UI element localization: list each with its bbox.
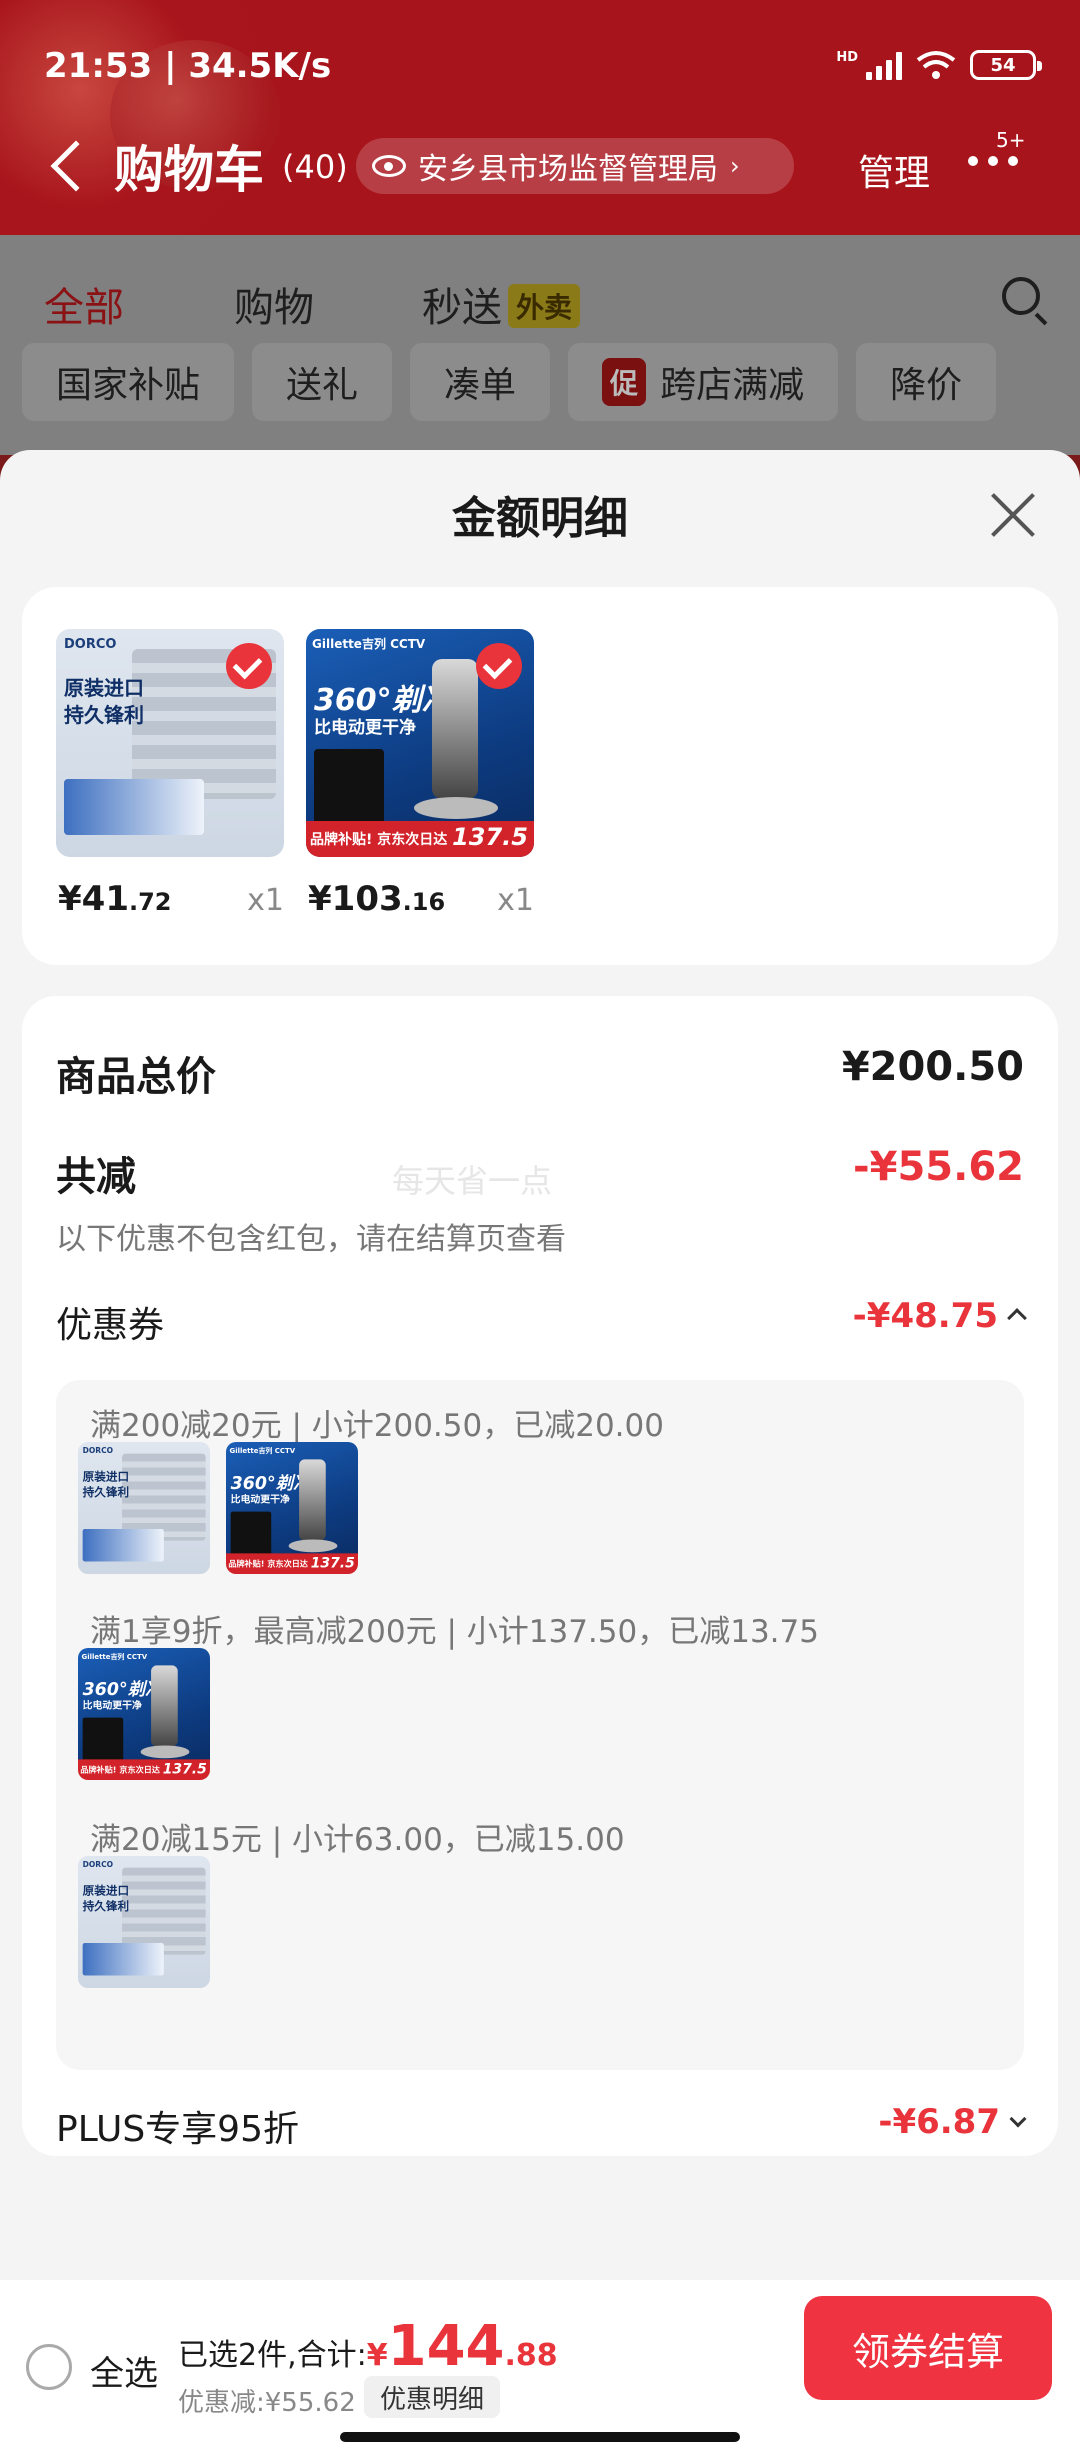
coupon-detail-line: 满20减15元 | 小计63.00，已减15.00	[90, 1822, 625, 1858]
chip-label: 降价	[890, 365, 963, 406]
coupon-detail-line: 满1享9折，最高减200元 | 小计137.50，已减13.75	[90, 1614, 819, 1650]
chip-subsidy[interactable]: 国家补贴	[22, 343, 235, 421]
sheet-title: 金额明细	[452, 493, 628, 544]
product-item[interactable]: Gillette吉列 CCTV 360°剃净 比电动更干净 品牌补贴! 京东次日…	[306, 629, 534, 919]
plus-label: PLUS专享95折	[56, 2109, 299, 2150]
product-thumb: DORCO 原装进口 持久锋利	[78, 1856, 210, 1988]
location-pill[interactable]: 安乡县市场监督管理局 ›	[356, 138, 794, 194]
select-all-label[interactable]: 全选	[90, 2346, 158, 2395]
plus-value: -¥6.87	[878, 2102, 1027, 2142]
coupon-row[interactable]: 优惠券 -¥48.75	[56, 1296, 1027, 1348]
coupon-label: 优惠券	[56, 1305, 165, 1346]
location-text: 安乡县市场监督管理局	[418, 152, 718, 187]
search-icon[interactable]	[1002, 277, 1040, 315]
cart-count: (40)	[282, 148, 348, 186]
eye-icon	[372, 155, 406, 177]
product-price: ¥41.72	[58, 879, 172, 919]
tabs-area: 全部 购物 秒送 外卖 国家补贴 送礼 凑单 促跨店满减 降价	[0, 235, 1080, 455]
chip-label: 跨店满减	[660, 365, 805, 406]
status-time: 21:53 | 34.5K/s	[44, 46, 332, 86]
total-value: ¥200.50	[841, 1044, 1024, 1090]
tab-miaosong[interactable]: 秒送 外卖	[422, 275, 581, 333]
product-thumb: Gillette吉列 CCTV 360°剃净 比电动更干净 品牌补贴! 京东次日达 1…	[226, 1442, 358, 1574]
filter-chips: 国家补贴 送礼 凑单 促跨店满减 降价	[22, 343, 997, 421]
check-icon	[226, 643, 272, 689]
total-amount: ¥144.88	[366, 2314, 558, 2379]
select-all-radio[interactable]	[26, 2344, 72, 2390]
check-icon	[476, 643, 522, 689]
back-arrow-icon[interactable]	[50, 140, 102, 192]
status-bar: 21:53 | 34.5K/s HD 54	[44, 46, 1042, 94]
home-indicator	[340, 2432, 740, 2442]
hd-label: HD	[836, 50, 858, 65]
product-thumb: Gillette吉列 CCTV 360°剃净 比电动更干净 品牌补贴! 京东次日达 1…	[78, 1648, 210, 1780]
checkout-button[interactable]: 领券结算	[804, 2296, 1052, 2400]
more-badge: 5+	[996, 128, 1026, 152]
chip-gift[interactable]: 送礼	[252, 343, 393, 421]
discount-detail-button[interactable]: 优惠明细	[364, 2376, 501, 2418]
close-icon[interactable]	[990, 492, 1036, 538]
battery-icon: 54	[970, 50, 1042, 80]
promo-tag: 促	[602, 358, 647, 406]
chip-label: 凑单	[444, 365, 517, 406]
product-image: DORCO 原装进口 持久锋利	[56, 629, 284, 857]
order-summary: 已选2件,合计:¥144.88	[178, 2314, 558, 2379]
amount-detail-sheet: 金额明细 DORCO 原装进口 持久锋利 ¥41.72 x1 Gillette吉列…	[0, 450, 1080, 2460]
top-nav: 购物车 (40) 安乡县市场监督管理局 › 管理 5+	[0, 128, 1080, 206]
chevron-right-icon: ›	[730, 152, 740, 180]
manage-button[interactable]: 管理	[858, 144, 930, 196]
product-qty: x1	[497, 883, 534, 918]
reduction-label: 共减	[56, 1154, 136, 1200]
summary-prefix: 已选2件,合计:	[178, 2338, 367, 2373]
reduction-value: -¥55.62	[853, 1144, 1024, 1190]
chip-cross-store[interactable]: 促跨店满减	[568, 343, 839, 421]
signal-icon	[866, 50, 902, 80]
coupon-value: -¥48.75	[853, 1296, 1027, 1336]
chip-label: 送礼	[286, 365, 359, 406]
page-title: 购物车	[114, 141, 264, 199]
price-breakdown-card: 商品总价 ¥200.50 共减 -¥55.62 每天省一点 以下优惠不包含红包，…	[22, 996, 1058, 2156]
waimai-badge: 外卖	[508, 284, 581, 328]
chip-price-drop[interactable]: 降价	[856, 343, 997, 421]
tab-all[interactable]: 全部	[44, 275, 124, 349]
tab-miaosong-label: 秒送	[422, 285, 502, 331]
total-label: 商品总价	[56, 1054, 216, 1100]
product-thumb: DORCO 原装进口 持久锋利	[78, 1442, 210, 1574]
product-image: Gillette吉列 CCTV 360°剃净 比电动更干净 品牌补贴! 京东次日…	[306, 629, 534, 857]
watermark: 每天省一点	[392, 1162, 553, 1200]
chevron-down-icon	[1009, 2110, 1027, 2128]
total-price-row: 商品总价 ¥200.50	[56, 1044, 1024, 1102]
tab-shopping[interactable]: 购物	[234, 275, 314, 333]
plus-discount-row[interactable]: PLUS专享95折 -¥6.87	[56, 2100, 1027, 2152]
selected-products-card: DORCO 原装进口 持久锋利 ¥41.72 x1 Gillette吉列 CCTV…	[22, 587, 1058, 965]
more-icon[interactable]	[968, 156, 1018, 166]
product-price: ¥103.16	[308, 879, 446, 919]
chip-label: 国家补贴	[56, 365, 201, 406]
chevron-up-icon	[1007, 1308, 1027, 1328]
chip-addon[interactable]: 凑单	[410, 343, 551, 421]
reduction-note: 以下优惠不包含红包，请在结算页查看	[56, 1222, 566, 1257]
coupon-detail-panel: 满200减20元 | 小计200.50，已减20.00 DORCO 原装进口 持久…	[56, 1380, 1024, 2070]
discount-text: 优惠减:¥55.62	[178, 2388, 356, 2418]
wifi-icon	[916, 51, 956, 79]
coupon-detail-line: 满200减20元 | 小计200.50，已减20.00	[90, 1408, 664, 1444]
product-qty: x1	[247, 883, 284, 918]
product-item[interactable]: DORCO 原装进口 持久锋利 ¥41.72 x1	[56, 629, 284, 919]
tab-bar: 全部 购物 秒送 外卖	[44, 255, 1040, 349]
